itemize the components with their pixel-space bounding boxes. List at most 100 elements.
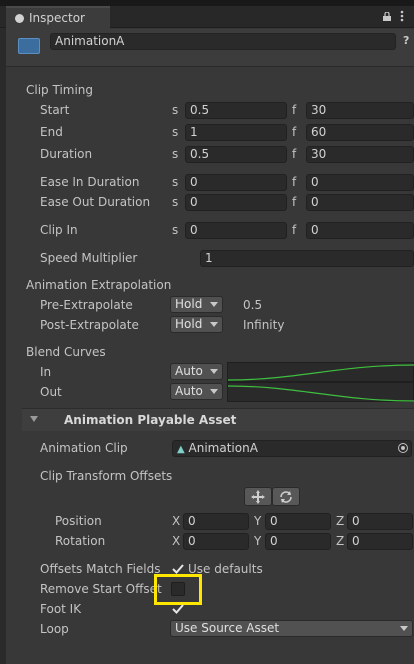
position-x-axis: X: [172, 514, 181, 528]
end-label: End: [40, 125, 63, 139]
rotation-y-axis: Y: [254, 534, 262, 548]
extrapolation-header: Animation Extrapolation: [26, 278, 172, 292]
duration-f-unit: f: [292, 147, 297, 161]
move-tool-button[interactable]: [244, 487, 272, 506]
duration-s-unit: s: [172, 147, 179, 161]
chevron-down-icon: [210, 369, 218, 374]
animation-clip-icon: ▲: [177, 444, 185, 455]
loop-value: Use Source Asset: [175, 621, 280, 635]
start-frames-field[interactable]: 30: [306, 102, 414, 119]
clip-in-seconds-field[interactable]: 0: [185, 222, 287, 239]
duration-label: Duration: [40, 147, 93, 161]
clip-in-s-unit: s: [172, 223, 179, 237]
menu-dots-icon[interactable]: [400, 10, 404, 22]
rotation-z-field[interactable]: 0: [347, 533, 413, 550]
left-panel-edge: [0, 28, 6, 664]
lock-icon[interactable]: [383, 10, 391, 21]
start-f-unit: f: [292, 103, 297, 117]
chevron-down-icon: [210, 389, 218, 394]
post-extrapolate-dropdown[interactable]: Hold: [170, 316, 223, 333]
asset-name-field[interactable]: AnimationA: [50, 33, 396, 50]
duration-frames-field[interactable]: 30: [306, 146, 414, 163]
move-icon: [251, 490, 265, 504]
rotate-tool-button[interactable]: [272, 487, 300, 506]
blend-in-value: Auto: [175, 364, 203, 378]
foot-ik-checkbox[interactable]: [171, 602, 185, 616]
blend-out-value: Auto: [175, 384, 203, 398]
ease-out-s-unit: s: [172, 195, 179, 209]
blend-in-label: In: [40, 365, 52, 379]
end-seconds-field[interactable]: 1: [185, 124, 287, 141]
end-f-unit: f: [292, 125, 297, 139]
foldout-arrow-icon[interactable]: [30, 416, 38, 422]
rotation-x-axis: X: [172, 534, 181, 548]
offsets-match-fields-label: Offsets Match Fields: [40, 562, 161, 576]
animation-clip-label: Animation Clip: [40, 441, 128, 455]
clip-in-label: Clip In: [40, 223, 78, 237]
ease-out-frames-field[interactable]: 0: [306, 194, 414, 211]
remove-start-offset-checkbox[interactable]: [171, 582, 185, 596]
position-x-field[interactable]: 0: [183, 513, 249, 530]
tab-inspector[interactable]: Inspector: [6, 6, 110, 29]
playable-asset-title: Animation Playable Asset: [64, 413, 237, 427]
start-s-unit: s: [172, 103, 179, 117]
blend-out-label: Out: [40, 385, 62, 399]
post-extrapolate-label: Post-Extrapolate: [40, 318, 139, 332]
position-y-field[interactable]: 0: [265, 513, 331, 530]
rotation-y-field[interactable]: 0: [265, 533, 331, 550]
start-label: Start: [40, 103, 70, 117]
speed-multiplier-label: Speed Multiplier: [40, 251, 138, 265]
foot-ik-label: Foot IK: [40, 602, 82, 616]
playable-asset-icon: [18, 38, 40, 54]
help-icon[interactable]: ?: [403, 34, 414, 47]
rotate-icon: [280, 491, 292, 503]
chevron-down-icon: [400, 626, 408, 631]
ease-out-label: Ease Out Duration: [40, 195, 151, 209]
position-y-axis: Y: [254, 514, 262, 528]
clip-in-frames-field[interactable]: 0: [306, 222, 414, 239]
end-s-unit: s: [172, 125, 179, 139]
checkmark-icon: [172, 604, 184, 614]
ease-in-s-unit: s: [172, 175, 179, 189]
remove-start-offset-label: Remove Start Offset: [40, 582, 162, 596]
ease-in-label: Ease In Duration: [40, 175, 140, 189]
ease-out-f-unit: f: [292, 195, 297, 209]
ease-out-seconds-field[interactable]: 0: [185, 194, 287, 211]
speed-multiplier-field[interactable]: 1: [200, 250, 414, 267]
blend-out-curve[interactable]: [227, 382, 414, 402]
post-extrapolate-value: Hold: [175, 317, 203, 331]
rotation-label: Rotation: [55, 534, 106, 548]
pre-extrapolate-time: 0.5: [243, 298, 263, 312]
chevron-down-icon: [210, 322, 218, 327]
clip-in-f-unit: f: [292, 223, 297, 237]
clip-transform-offsets-label: Clip Transform Offsets: [40, 469, 173, 483]
position-z-axis: Z: [336, 514, 345, 528]
clip-timing-header: Clip Timing: [26, 83, 94, 97]
position-z-field[interactable]: 0: [347, 513, 413, 530]
tab-inspector-label: Inspector: [29, 11, 85, 25]
animation-clip-value: AnimationA: [188, 441, 258, 455]
blend-curves-header: Blend Curves: [26, 345, 106, 359]
blend-in-dropdown[interactable]: Auto: [170, 363, 223, 380]
info-icon: [15, 14, 24, 23]
duration-seconds-field[interactable]: 0.5: [185, 146, 287, 163]
loop-dropdown[interactable]: Use Source Asset: [170, 620, 413, 637]
rotation-x-field[interactable]: 0: [183, 533, 249, 550]
animation-clip-field[interactable]: ▲ AnimationA: [172, 440, 412, 457]
end-frames-field[interactable]: 60: [306, 124, 414, 141]
object-picker-icon[interactable]: [398, 443, 408, 453]
pre-extrapolate-dropdown[interactable]: Hold: [170, 296, 223, 313]
post-extrapolate-time: Infinity: [243, 318, 285, 332]
rotation-z-axis: Z: [336, 534, 345, 548]
pre-extrapolate-value: Hold: [175, 297, 203, 311]
blend-out-dropdown[interactable]: Auto: [170, 383, 223, 400]
blend-in-curve[interactable]: [227, 362, 414, 382]
position-label: Position: [55, 514, 102, 528]
start-seconds-field[interactable]: 0.5: [185, 102, 287, 119]
loop-label: Loop: [40, 622, 69, 636]
ease-in-frames-field[interactable]: 0: [306, 174, 414, 191]
chevron-down-icon: [210, 302, 218, 307]
ease-in-f-unit: f: [292, 175, 297, 189]
ease-in-seconds-field[interactable]: 0: [185, 174, 287, 191]
pre-extrapolate-label: Pre-Extrapolate: [40, 298, 133, 312]
